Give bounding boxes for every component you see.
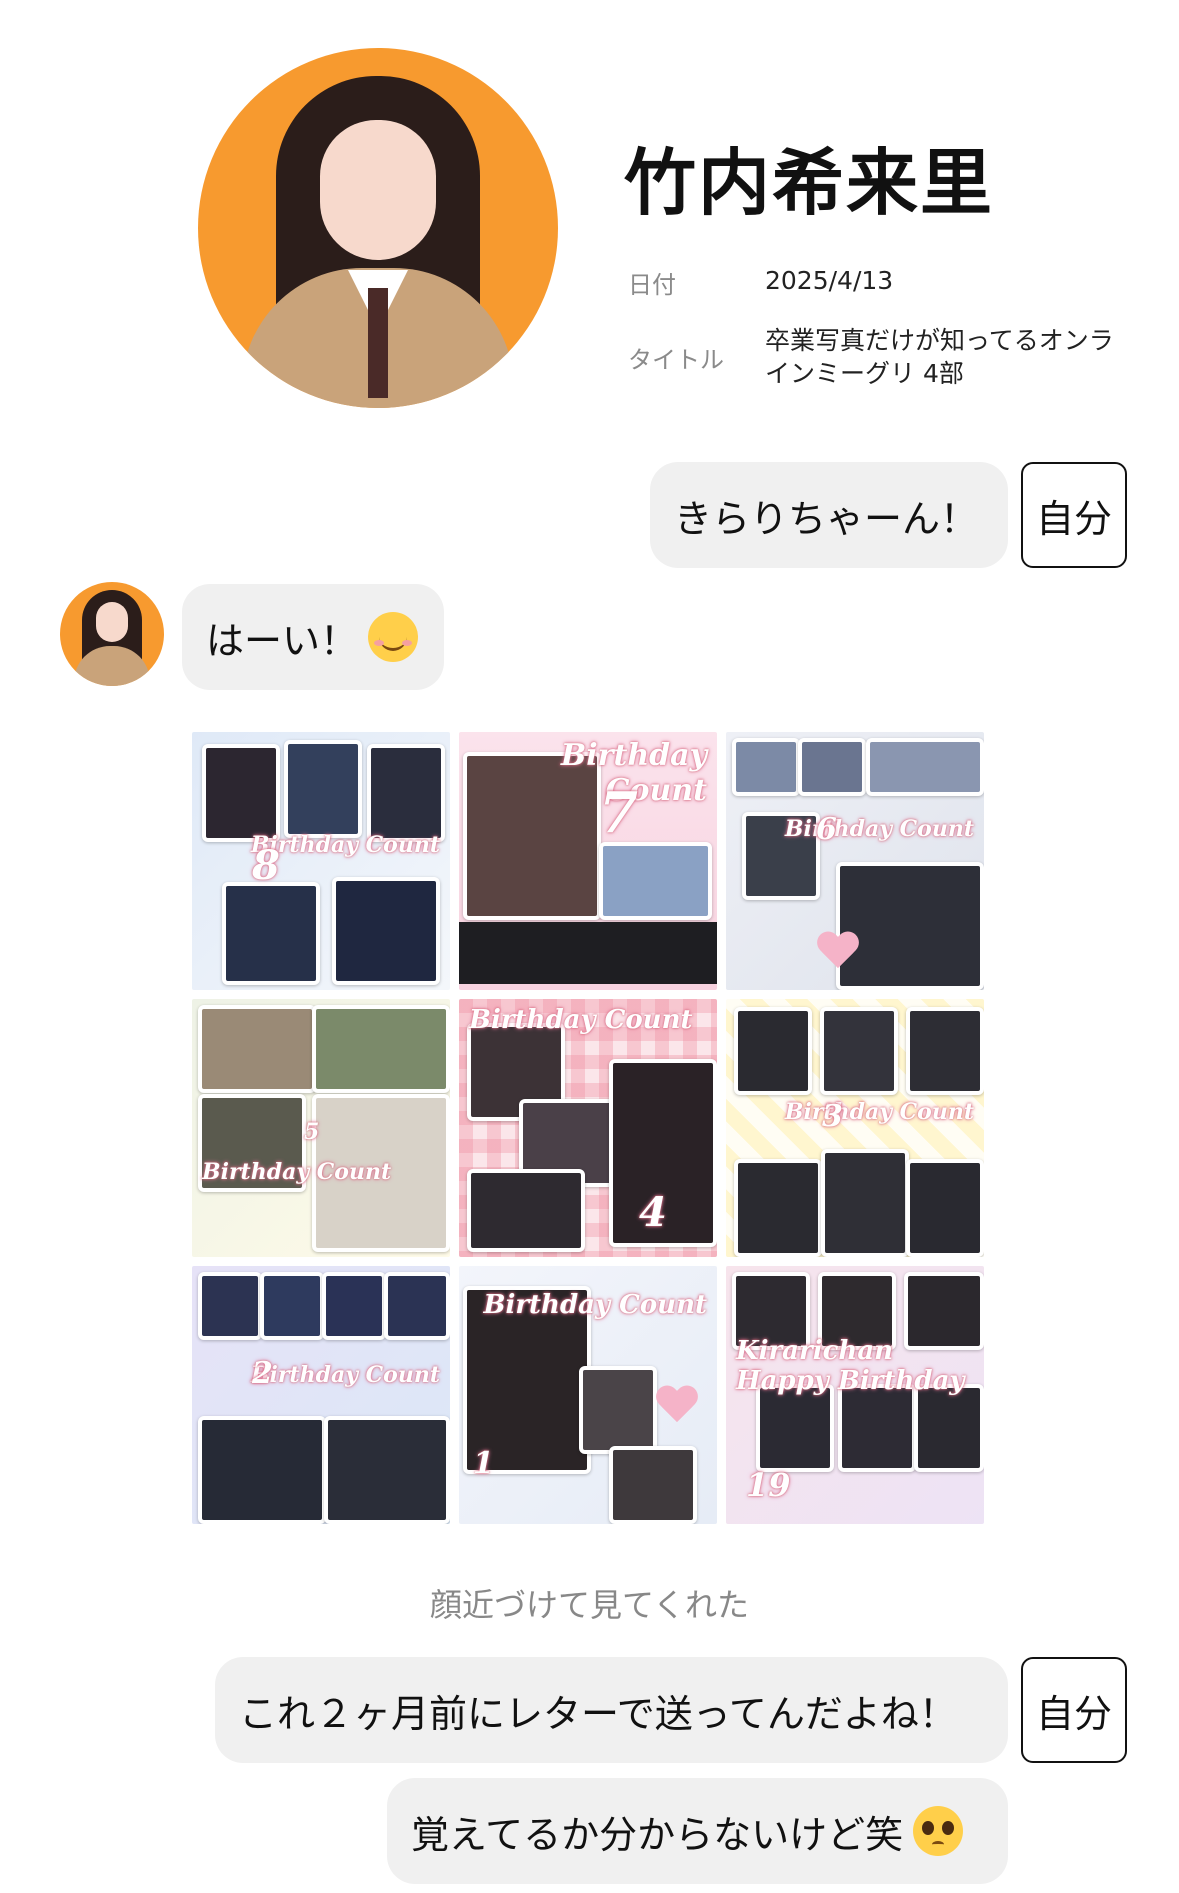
message-text: 覚えてるか分からないけど笑 bbox=[411, 1812, 904, 1857]
date-value: 2025/4/13 bbox=[765, 266, 894, 295]
member-name: 竹内希来里 bbox=[624, 141, 995, 225]
self-badge: 自分 bbox=[1021, 1657, 1127, 1763]
pleading-face-emoji bbox=[913, 1806, 964, 1856]
collage-tile: Birthday Count 1 bbox=[459, 1266, 717, 1524]
message-bubble-self: これ２ヶ月前にレターで送ってんだよね！ bbox=[215, 1657, 1008, 1763]
caption-text: 顔近づけて見てくれた bbox=[429, 1586, 750, 1624]
self-badge: 自分 bbox=[1021, 462, 1127, 568]
message-text: これ２ヶ月前にレターで送ってんだよね！ bbox=[239, 1691, 957, 1736]
collage-tile: Birthday Count 4 bbox=[459, 999, 717, 1257]
collage-tile: Birthday Count 8 bbox=[192, 732, 450, 990]
message-text: きらりちゃーん！ bbox=[674, 496, 979, 541]
collage-tile: Birthday Count 5 bbox=[192, 999, 450, 1257]
title-value-line2: インミーグリ 4部 bbox=[765, 359, 964, 388]
collage-tile: Birthday Count 6 bbox=[726, 732, 984, 990]
member-avatar-large bbox=[198, 48, 558, 408]
collage-tile: Birthday Count 3 bbox=[726, 999, 984, 1257]
collage-tile: Birthday Count 2 bbox=[192, 1266, 450, 1524]
title-label: タイトル bbox=[628, 346, 724, 374]
title-value-line1: 卒業写真だけが知ってるオンラ bbox=[765, 326, 1114, 355]
collage-tile: Birthday Count 7 bbox=[459, 732, 717, 990]
birthday-collage-image[interactable]: Birthday Count 8 Birthday Count 7 Birthd… bbox=[192, 732, 985, 1525]
message-bubble-self: 覚えてるか分からないけど笑 bbox=[387, 1778, 1008, 1884]
smiling-face-with-blush-emoji bbox=[368, 612, 419, 662]
collage-tile: Kirarichan Happy Birthday 19 bbox=[726, 1266, 984, 1524]
message-text: はーい！ bbox=[206, 618, 359, 663]
message-bubble-self: きらりちゃーん！ bbox=[650, 462, 1008, 568]
title-value: 卒業写真だけが知ってるオンラ インミーグリ 4部 bbox=[765, 324, 1114, 390]
message-bubble-member: はーい！ bbox=[182, 584, 444, 690]
member-avatar-small bbox=[60, 582, 164, 686]
date-label: 日付 bbox=[628, 271, 676, 299]
